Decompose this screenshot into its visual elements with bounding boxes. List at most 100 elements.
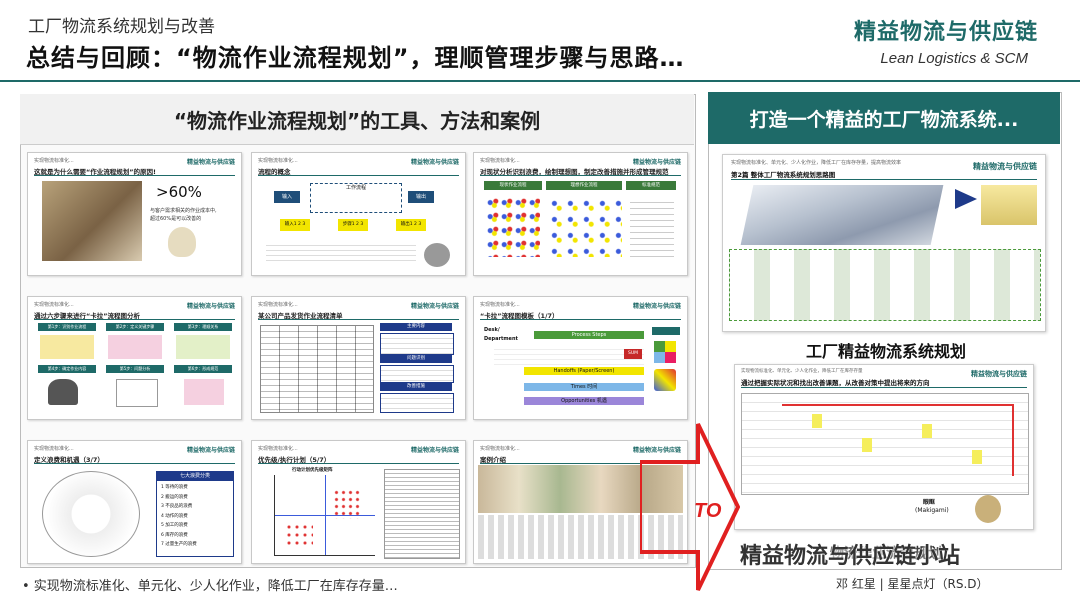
header-divider bbox=[0, 80, 1080, 82]
chip-yellow-2: 步骤1 2 3 bbox=[338, 219, 368, 231]
improvement-box bbox=[380, 393, 454, 413]
step-1-photo bbox=[40, 335, 94, 359]
thumbnail-slide-1[interactable]: 实现物流标准化... 精益物流与供应链 这就是为什么需要“作业流程规划”的原因!… bbox=[27, 152, 242, 276]
process-list-table bbox=[260, 325, 374, 413]
slide-rule bbox=[741, 387, 1027, 388]
legend-header bbox=[652, 327, 680, 335]
step-4: 第4步：确定作业内容 bbox=[38, 365, 96, 373]
thumb-rule bbox=[480, 175, 681, 176]
waste-list: 1 等待的浪费 2 搬运的浪费 3 不良品的浪费 4 动作的浪费 5 加工的浪费… bbox=[157, 481, 233, 552]
chip-yellow-3: 输出1 2 3 bbox=[396, 219, 426, 231]
list-item: 6 库存的浪费 bbox=[161, 532, 188, 538]
slide-rule bbox=[731, 179, 1037, 180]
sticky-note bbox=[862, 438, 872, 452]
sticky-notes-icon bbox=[654, 341, 676, 363]
label-content: 主要内容 bbox=[380, 323, 452, 331]
step-6: 第6步：形成规范 bbox=[174, 365, 232, 373]
roadmap-strip bbox=[729, 249, 1041, 321]
tab-current: 现状作业流程 bbox=[484, 181, 542, 190]
author-credit: 邓 红星 | 星星点灯（RS.D） bbox=[836, 577, 989, 591]
chip-process: 工作流程 bbox=[310, 183, 402, 213]
thumb-rule bbox=[258, 463, 459, 464]
thumb-rule bbox=[258, 175, 459, 176]
thumbnail-slide-2[interactable]: 实现物流标准化... 精益物流与供应链 流程的概念 输入 工作流程 输出 输入1… bbox=[251, 152, 466, 276]
brand-logo-text: 精益物流与供应链 bbox=[853, 20, 1038, 45]
slide-title: 通过把握实际状况和找出改善课题，从改善对策中提出将来的方向 bbox=[741, 379, 930, 387]
thumb-brand: 精益物流与供应链 bbox=[186, 159, 235, 166]
step-6-photo bbox=[184, 379, 224, 405]
sticky-note bbox=[972, 450, 982, 464]
chip-input: 输入 bbox=[274, 191, 300, 203]
thumb-header: 实现物流标准化... bbox=[480, 302, 520, 308]
thumbnail-slide-5[interactable]: 实现物流标准化... 精益物流与供应链 某公司产品发货作业流程清单 主要内容 问… bbox=[251, 296, 466, 420]
step-2-photo bbox=[108, 335, 162, 359]
thumb-note-1: 与客户需求相关的作业成本中, bbox=[150, 208, 217, 214]
thumb-header: 实现物流标准化... bbox=[34, 446, 74, 452]
step-3-photo bbox=[176, 335, 230, 359]
thumbnail-slide-7[interactable]: 实现物流标准化... 精益物流与供应链 定义浪费和机遇（3/7） 七大浪费分类 … bbox=[27, 440, 242, 564]
mekigami-cn-label: 眼眶 bbox=[923, 499, 936, 506]
plan-detail-image bbox=[981, 185, 1037, 225]
current-flow-diagram bbox=[486, 197, 540, 257]
priority-matrix bbox=[274, 475, 375, 556]
thumb-header: 实现物流标准化... bbox=[34, 302, 74, 308]
issue-box bbox=[380, 365, 454, 383]
brand-english: Lean Logistics & SCM bbox=[880, 50, 1028, 67]
action-plan-list bbox=[384, 469, 460, 559]
band-opportunities: Opportunities 机遇 bbox=[524, 397, 644, 405]
list-item: 7 过量生产的浪费 bbox=[161, 542, 197, 547]
thumbnail-slide-4[interactable]: 实现物流标准化... 精益物流与供应链 通过六步骤来进行“卡拉”流程图分析 第1… bbox=[27, 296, 242, 420]
thumb-header: 实现物流标准化... bbox=[258, 158, 298, 164]
to-arrow-icon bbox=[640, 423, 740, 591]
factory-plan-slide[interactable]: 实现物流标准化、单元化、少人化作业，降低工厂在库存存量，提高物流效率 第2篇 整… bbox=[722, 154, 1046, 332]
thumb-rule bbox=[480, 319, 681, 320]
right-panel-heading: 打造一个精益的工厂物流系统... bbox=[708, 92, 1060, 144]
list-item: 4 动作的浪费 bbox=[161, 513, 188, 519]
step-5: 第5步：问题分析 bbox=[106, 365, 164, 373]
tab-standard: 标准规范 bbox=[626, 181, 676, 190]
factory-3d-layout bbox=[740, 185, 944, 245]
band-times: Times 时间 bbox=[524, 383, 644, 391]
thumbnail-slide-3[interactable]: 实现物流标准化... 精益物流与供应链 对现状分析识别浪费，绘制理想图，制定改善… bbox=[473, 152, 688, 276]
money-bag-icon bbox=[168, 227, 196, 257]
thumb-brand: 精益物流与供应链 bbox=[632, 303, 681, 310]
left-panel-heading: “物流作业流程规划”的工具、方法和案例 bbox=[20, 94, 694, 145]
label-improvement: 改善措施 bbox=[380, 383, 452, 391]
waste-list-title: 七大浪费分类 bbox=[157, 472, 233, 481]
slide-header: 实现物流标准化、单元化、少人化作业，降低工厂在库存存量 bbox=[741, 369, 863, 374]
thumb-header: 实现物流标准化... bbox=[258, 446, 298, 452]
makigami-slide[interactable]: 实现物流标准化、单元化、少人化作业，降低工厂在库存存量 精益物流与供应链 通过把… bbox=[734, 364, 1034, 530]
label-issue: 问题识别 bbox=[380, 355, 452, 363]
step-3: 第3步：理顺关系 bbox=[174, 323, 232, 331]
content-box bbox=[380, 333, 454, 355]
thumb-brand: 精益物流与供应链 bbox=[186, 447, 235, 454]
thumb-rule bbox=[34, 463, 235, 464]
list-item: 5 加工的浪费 bbox=[161, 523, 188, 528]
sticky-note bbox=[922, 424, 932, 438]
big-number: >60% bbox=[156, 183, 202, 201]
standard-text bbox=[630, 197, 674, 257]
band-handoffs: Handoffs (Paper/Screen) bbox=[524, 367, 644, 375]
thumbnail-slide-6[interactable]: 实现物流标准化... 精益物流与供应链 “卡拉”流程图模板（1/7） Desk/… bbox=[473, 296, 688, 420]
thumbnail-slide-8[interactable]: 实现物流标准化... 精益物流与供应链 优先级/执行计划（5/7） 行动计划优先… bbox=[251, 440, 466, 564]
slide-brand: 精益物流与供应链 bbox=[971, 370, 1027, 378]
thumb-note-2: 超过60%是可以改善的 bbox=[150, 216, 202, 222]
bullet-text-block bbox=[266, 241, 416, 263]
thumb-header: 实现物流标准化... bbox=[480, 446, 520, 452]
thumb-rule bbox=[258, 319, 459, 320]
markers-icon bbox=[654, 369, 676, 391]
list-item: 3 不良品的浪费 bbox=[161, 504, 193, 509]
to-arrow-label: TO bbox=[694, 500, 722, 522]
thumb-rule bbox=[34, 175, 235, 176]
sticky-note bbox=[812, 414, 822, 428]
factory-system-caption: 工厂精益物流系统规划 bbox=[806, 342, 967, 361]
avatar-sketch bbox=[424, 243, 450, 267]
list-item: 2 搬运的浪费 bbox=[161, 494, 188, 500]
thumb-header: 实现物流标准化... bbox=[34, 158, 74, 164]
row-department: Department bbox=[484, 336, 518, 342]
slide-header: 实现物流标准化、单元化、少人化作业，降低工厂在库存存量，提高物流效率 bbox=[731, 160, 902, 166]
thumb-header: 实现物流标准化... bbox=[258, 302, 298, 308]
step-2: 第2步：定义关键步骤 bbox=[106, 323, 164, 331]
sum-badge: SUM bbox=[624, 349, 642, 359]
ideal-flow-diagram bbox=[548, 197, 622, 257]
